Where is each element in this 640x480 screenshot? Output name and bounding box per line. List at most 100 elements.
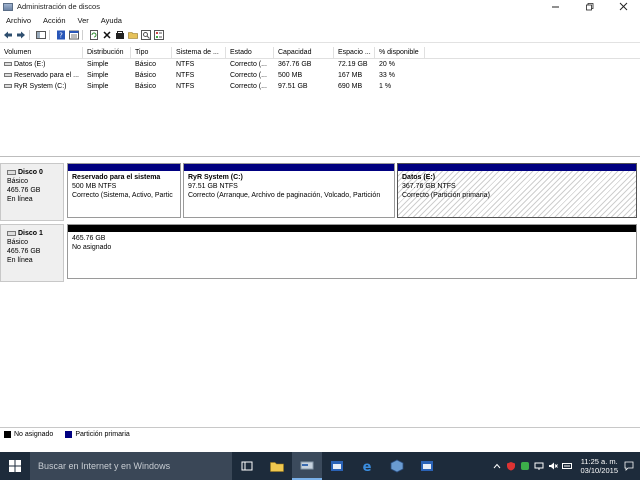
task-view-button[interactable] [232, 452, 262, 480]
delete-button[interactable] [101, 30, 112, 41]
legend: No asignado Partición primaria [0, 427, 640, 440]
disk-icon [7, 170, 16, 175]
app-tray-icon[interactable] [519, 460, 531, 472]
application-window-icon [421, 461, 433, 471]
speaker-muted-icon [549, 462, 559, 470]
drive-icon [4, 62, 12, 67]
table-row[interactable]: RyR System (C:) Simple Básico NTFS Corre… [0, 81, 640, 92]
table-row[interactable]: Reservado para el ... Simple Básico NTFS… [0, 70, 640, 81]
app-taskbar-button-2[interactable] [412, 452, 442, 480]
svg-text:e: e [363, 460, 372, 473]
partition-status: No asignado [72, 244, 112, 251]
task-view-icon [241, 461, 253, 471]
partition-size: 465.76 GB [72, 235, 106, 242]
volume-name-cell: Datos (E:) [0, 59, 83, 70]
legend-label: No asignado [14, 430, 54, 438]
volume-name-cell: Reservado para el ... [0, 70, 83, 81]
properties-icon [68, 30, 79, 40]
check-disk-button[interactable] [114, 30, 125, 41]
menu-accion[interactable]: Acción [37, 16, 72, 25]
volume-tray-icon[interactable] [547, 460, 559, 472]
legend-swatch [65, 430, 73, 438]
table-cell: Correcto (... [230, 83, 267, 90]
disk-name: Disco 0 [18, 169, 43, 176]
partition-reserved[interactable]: Reservado para el sistema 500 MB NTFS Co… [67, 163, 181, 218]
maximize-button[interactable] [572, 0, 606, 13]
virtualbox-taskbar-button[interactable] [382, 452, 412, 480]
menu-ver[interactable]: Ver [72, 16, 95, 25]
start-button[interactable] [0, 452, 30, 480]
shield-icon [507, 462, 516, 471]
explore-button[interactable] [140, 30, 151, 41]
file-explorer-taskbar-button[interactable] [262, 452, 292, 480]
partition-info: Datos (E:) 367.76 GB NTFS Correcto (Part… [398, 171, 636, 217]
partition-title: Reservado para el sistema [72, 174, 161, 181]
show-hidden-icons-button[interactable] [491, 460, 503, 472]
partition-info: RyR System (C:) 97.51 GB NTFS Correcto (… [184, 171, 394, 202]
network-tray-icon[interactable] [533, 460, 545, 472]
column-header-espacio[interactable]: Espacio ... [334, 47, 375, 58]
disk-type: Básico [7, 178, 29, 185]
forward-button[interactable] [15, 30, 26, 41]
edge-browser-icon: e [363, 460, 372, 473]
window-title: Administración de discos [17, 2, 100, 11]
partition-unallocated[interactable]: 465.76 GB No asignado [67, 224, 637, 279]
table-cell: 72.19 GB [338, 61, 368, 68]
legend-label: Partición primaria [75, 430, 130, 438]
disk-size: 465.76 GB [7, 187, 41, 194]
disk-management-taskbar-button[interactable] [292, 452, 322, 480]
disk-label[interactable]: Disco 1 Básico 465.76 GB En línea [0, 224, 64, 282]
column-header-sistema[interactable]: Sistema de ... [172, 47, 226, 58]
settings-list-icon [153, 30, 164, 40]
legend-item-unallocated: No asignado [4, 430, 54, 438]
partition-info: Reservado para el sistema 500 MB NTFS Co… [68, 171, 180, 202]
unallocated-bar [68, 225, 636, 232]
clock-time: 11:25 a. m. [580, 457, 618, 466]
column-header-disponible[interactable]: % disponible [375, 47, 425, 58]
primary-partition-bar [68, 164, 180, 171]
table-cell: 97.51 GB [278, 83, 308, 90]
primary-partition-bar [184, 164, 394, 171]
disk-label[interactable]: Disco 0 Básico 465.76 GB En línea [0, 163, 64, 221]
column-header-distribucion[interactable]: Distribución [83, 47, 131, 58]
keyboard-tray-icon[interactable] [561, 460, 573, 472]
clock[interactable]: 11:25 a. m. 03/10/2015 [580, 457, 618, 475]
toolbar: ? [0, 28, 640, 43]
help-button[interactable]: ? [55, 30, 66, 41]
close-button[interactable] [606, 0, 640, 13]
column-header-capacidad[interactable]: Capacidad [274, 47, 334, 58]
table-cell: 33 % [379, 72, 395, 79]
table-row[interactable]: Datos (E:) Simple Básico NTFS Correcto (… [0, 59, 640, 70]
toolbar-separator [49, 30, 50, 40]
back-button[interactable] [2, 30, 13, 41]
security-tray-icon[interactable] [505, 460, 517, 472]
disk-status: En línea [7, 257, 33, 264]
disk-name: Disco 1 [18, 230, 43, 237]
action-center-button[interactable] [622, 459, 636, 473]
minimize-button[interactable] [538, 0, 572, 13]
menu-archivo[interactable]: Archivo [0, 16, 37, 25]
column-header-estado[interactable]: Estado [226, 47, 274, 58]
partition-datos-e[interactable]: Datos (E:) 367.76 GB NTFS Correcto (Part… [397, 163, 637, 218]
app-taskbar-button[interactable] [322, 452, 352, 480]
settings-button[interactable] [153, 30, 164, 41]
disk-management-icon [300, 461, 314, 470]
show-hide-console-tree-button[interactable] [35, 30, 46, 41]
edge-taskbar-button[interactable]: e [352, 452, 382, 480]
menu-ayuda[interactable]: Ayuda [95, 16, 128, 25]
partition-status: Correcto (Arranque, Archivo de paginació… [188, 192, 381, 199]
disk-row-1: Disco 1 Básico 465.76 GB En línea 465.76… [0, 224, 640, 282]
arrow-right-icon [16, 31, 25, 39]
partition-size: 97.51 GB NTFS [188, 183, 238, 190]
refresh-button[interactable] [88, 30, 99, 41]
column-header-tipo[interactable]: Tipo [131, 47, 172, 58]
table-cell: Simple [87, 72, 109, 79]
table-cell: 500 MB [278, 72, 303, 79]
properties-button[interactable] [68, 30, 79, 41]
taskbar: Buscar en Internet y en Windows e 11:25 … [0, 452, 640, 480]
open-button[interactable] [127, 30, 138, 41]
partition-system-c[interactable]: RyR System (C:) 97.51 GB NTFS Correcto (… [183, 163, 395, 218]
column-header-volumen[interactable]: Volumen [0, 47, 83, 58]
table-cell: Básico [135, 72, 157, 79]
search-input[interactable]: Buscar en Internet y en Windows [30, 452, 232, 480]
